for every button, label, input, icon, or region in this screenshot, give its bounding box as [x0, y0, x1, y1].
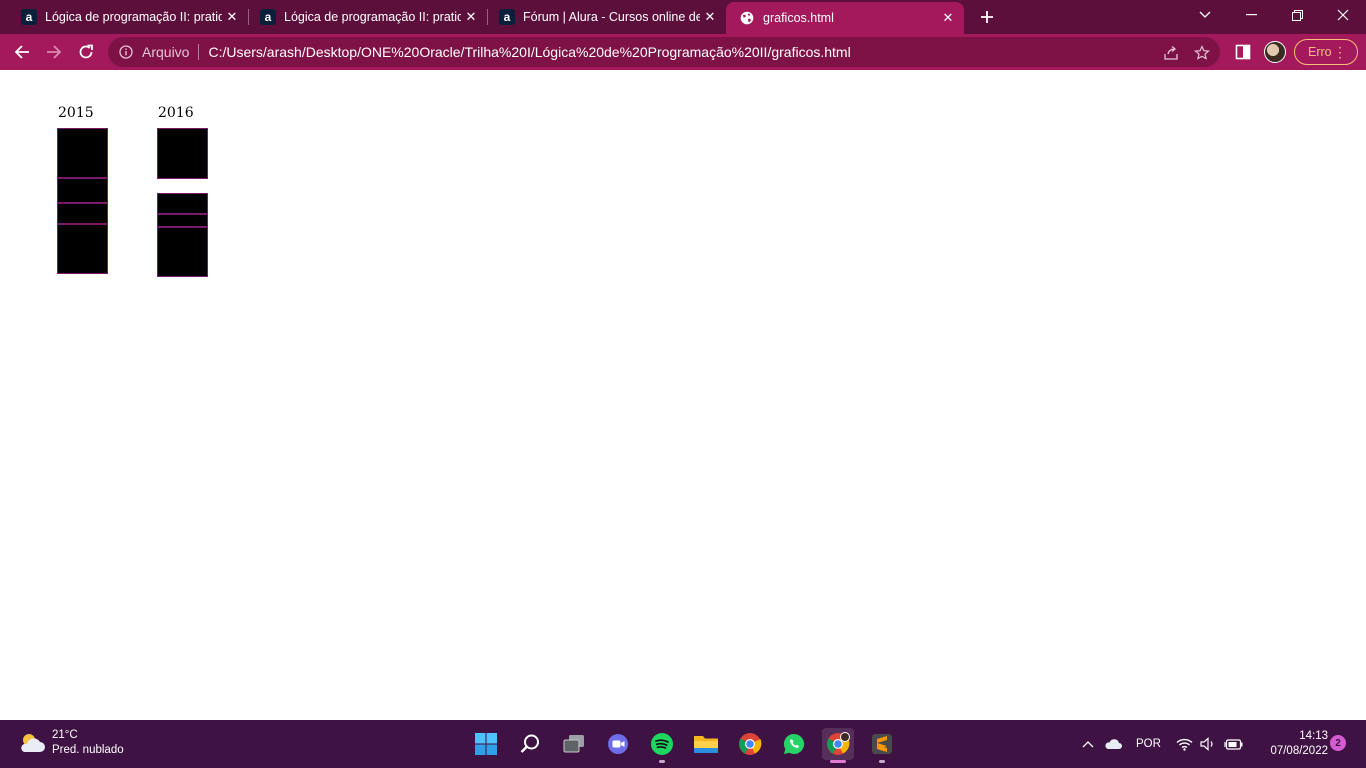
system-clock[interactable]: 14:13 07/08/2022: [1250, 729, 1328, 759]
file-chip: Arquivo: [142, 44, 190, 60]
year-label-2016: 2016: [158, 105, 194, 121]
browser-tab[interactable]: a Lógica de programação II: pratique ✕: [8, 0, 248, 34]
taskbar: 21°C Pred. nublado POR 14:13 07/08/2022: [0, 720, 1366, 768]
alura-icon: a: [260, 9, 276, 25]
more-menu-icon[interactable]: ⋮: [1333, 44, 1347, 60]
tab-strip: a Lógica de programação II: pratique ✕ a…: [0, 0, 1366, 34]
omnibox-divider: [198, 44, 200, 60]
bar-segment: [157, 128, 208, 179]
language-indicator[interactable]: POR: [1136, 720, 1161, 768]
year-label-2015: 2015: [58, 105, 94, 121]
running-indicator: [879, 760, 885, 763]
profile-error-button[interactable]: Erro ⋮: [1294, 39, 1358, 65]
arrow-left-icon: [14, 45, 29, 59]
clock-time: 14:13: [1299, 730, 1328, 742]
restore-button[interactable]: [1274, 0, 1320, 30]
onedrive-icon[interactable]: [1104, 720, 1122, 768]
forward-button[interactable]: [40, 38, 68, 66]
weather-temp: 21°C: [52, 729, 78, 741]
bar-segment: [57, 128, 108, 178]
url-text[interactable]: C:/Users/arash/Desktop/ONE%20Oracle/Tril…: [208, 44, 850, 60]
alura-icon: a: [21, 9, 37, 25]
partly-cloudy-icon: [18, 732, 46, 754]
browser-tab[interactable]: a Fórum | Alura - Cursos online de ✕: [486, 0, 726, 34]
tab-title: graficos.html: [763, 11, 834, 25]
whatsapp-icon[interactable]: [778, 728, 810, 760]
share-icon[interactable]: [1162, 44, 1180, 62]
file-explorer-icon[interactable]: [690, 728, 722, 760]
tab-title: Lógica de programação II: pratique: [284, 10, 461, 24]
page-content: 2015 2016: [0, 70, 1366, 720]
tab-close-icon[interactable]: ✕: [700, 7, 720, 27]
teams-chat-icon[interactable]: [602, 728, 634, 760]
profile-avatar[interactable]: [1264, 41, 1286, 63]
browser-tab-active[interactable]: graficos.html ✕: [726, 2, 964, 34]
tab-search-button[interactable]: [1182, 0, 1228, 30]
reload-icon: [79, 44, 93, 59]
error-label: Erro: [1308, 45, 1332, 59]
browser-tab[interactable]: a Lógica de programação II: pratique ✕: [247, 0, 487, 34]
weather-widget[interactable]: 21°C Pred. nublado: [18, 728, 124, 758]
active-indicator: [830, 760, 846, 763]
chrome-profile-icon[interactable]: [822, 728, 854, 763]
tab-close-icon[interactable]: ✕: [461, 7, 481, 27]
info-icon[interactable]: [118, 44, 134, 60]
arrow-right-icon: [47, 45, 62, 59]
reload-button[interactable]: [72, 38, 100, 66]
windows-start-icon[interactable]: [470, 728, 502, 760]
wifi-icon[interactable]: [1176, 720, 1193, 768]
new-tab-button[interactable]: [976, 7, 998, 27]
bar-segment: [157, 193, 208, 214]
browser-toolbar: Arquivo C:/Users/arash/Desktop/ONE%20Ora…: [0, 34, 1366, 70]
clock-date: 07/08/2022: [1270, 745, 1328, 757]
show-hidden-icons-button[interactable]: [1082, 720, 1094, 768]
running-indicator: [659, 760, 665, 763]
chevron-up-icon: [1082, 741, 1094, 748]
close-window-button[interactable]: [1320, 0, 1366, 30]
minimize-button[interactable]: [1228, 0, 1274, 30]
chrome-icon[interactable]: [734, 728, 766, 760]
tab-title: Lógica de programação II: pratique: [45, 10, 222, 24]
task-view-icon[interactable]: [558, 728, 590, 760]
bar-segment: [57, 203, 108, 224]
side-panel-icon[interactable]: [1233, 42, 1253, 62]
address-bar[interactable]: Arquivo C:/Users/arash/Desktop/ONE%20Ora…: [108, 37, 1220, 67]
spotify-icon[interactable]: [646, 728, 678, 763]
weather-desc: Pred. nublado: [52, 744, 124, 756]
back-button[interactable]: [8, 38, 36, 66]
alura-icon: a: [499, 9, 515, 25]
search-icon[interactable]: [514, 728, 546, 760]
bar-segment: [157, 227, 208, 277]
bookmark-star-icon[interactable]: [1193, 44, 1211, 62]
battery-icon[interactable]: [1224, 720, 1243, 768]
tab-close-icon[interactable]: ✕: [938, 8, 958, 28]
bar-segment: [57, 178, 108, 203]
notification-badge[interactable]: 2: [1330, 735, 1346, 751]
bar-segment: [157, 214, 208, 227]
volume-icon[interactable]: [1200, 720, 1216, 768]
tab-close-icon[interactable]: ✕: [222, 7, 242, 27]
globe-icon: [739, 10, 755, 26]
tab-title: Fórum | Alura - Cursos online de: [523, 10, 700, 24]
sublime-text-icon[interactable]: [866, 728, 898, 763]
bar-segment: [57, 224, 108, 274]
